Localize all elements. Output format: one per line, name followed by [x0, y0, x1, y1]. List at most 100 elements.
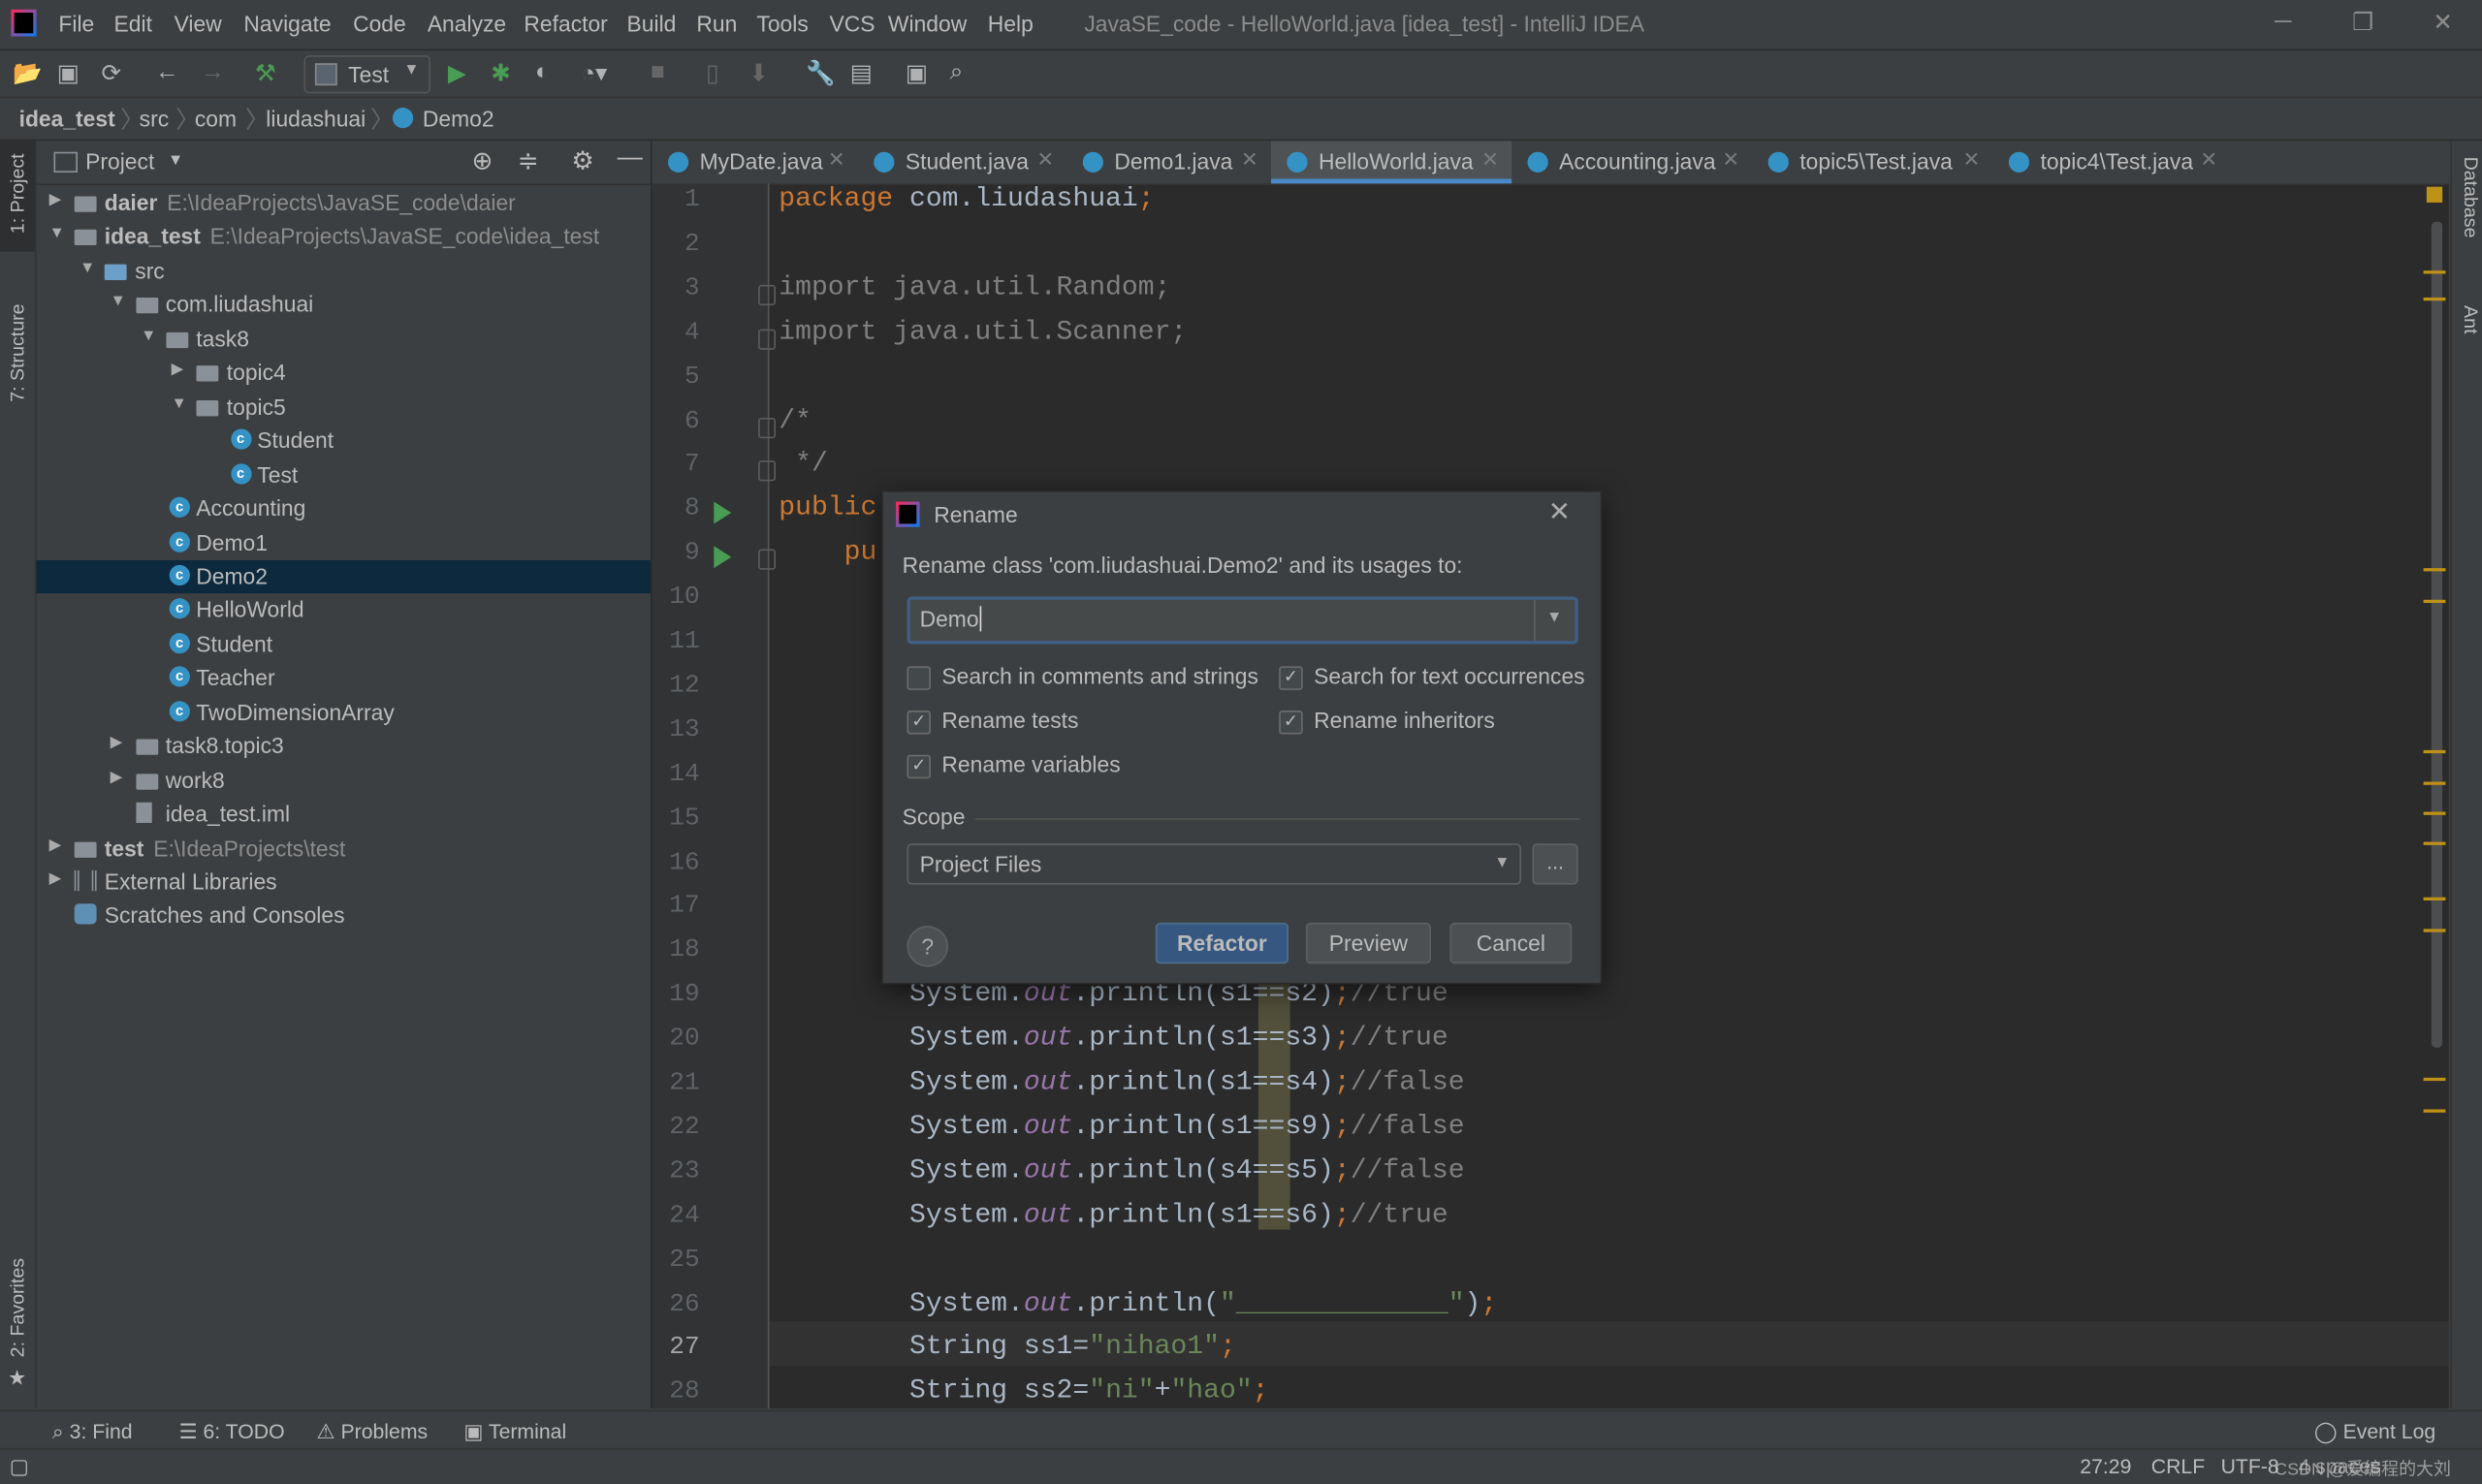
- run-window-icon[interactable]: ▣: [906, 58, 928, 87]
- tree-item[interactable]: c Demo1: [37, 526, 651, 559]
- menu-tools[interactable]: Tools: [756, 11, 808, 36]
- new-name-input[interactable]: Demo ▼: [907, 596, 1578, 645]
- tree-item[interactable]: ▼ task8: [37, 323, 651, 356]
- option-checkbox[interactable]: [907, 666, 931, 690]
- tab-mydate-java[interactable]: MyDate.java ✕: [652, 141, 858, 183]
- breadcrumb-item-src[interactable]: src: [140, 106, 169, 131]
- error-stripe-mark[interactable]: [2423, 811, 2446, 815]
- close-tab-icon[interactable]: ✕: [1481, 147, 1499, 173]
- error-stripe-mark[interactable]: [2423, 897, 2446, 900]
- run-icon[interactable]: ▶: [448, 58, 466, 87]
- collapsed-arrow-icon[interactable]: ▶: [172, 362, 184, 379]
- collapse-all-icon[interactable]: ≑: [518, 145, 539, 177]
- menu-navigate[interactable]: Navigate: [243, 11, 331, 36]
- expanded-arrow-icon[interactable]: ▼: [80, 260, 95, 277]
- minimize-button[interactable]: ─: [2275, 8, 2291, 35]
- option-checkbox[interactable]: ✓: [907, 754, 931, 779]
- caret-position[interactable]: 27:29: [2080, 1454, 2131, 1477]
- close-tab-icon[interactable]: ✕: [2200, 147, 2217, 173]
- tab-helloworld-java[interactable]: HelloWorld.java ✕: [1271, 141, 1512, 184]
- close-tab-icon[interactable]: ✕: [1722, 147, 1739, 173]
- close-window-button[interactable]: ✕: [2433, 8, 2453, 37]
- option-label[interactable]: Rename inheritors: [1314, 708, 1495, 733]
- sync-icon[interactable]: ⟳: [101, 58, 121, 87]
- close-tab-icon[interactable]: ✕: [828, 147, 845, 173]
- error-stripe-mark[interactable]: [2423, 297, 2446, 301]
- device-icon[interactable]: ▯: [706, 58, 718, 87]
- option-label[interactable]: Rename tests: [941, 708, 1078, 733]
- preview-button[interactable]: Preview: [1305, 922, 1431, 964]
- error-stripe-mark[interactable]: [2423, 1077, 2446, 1082]
- expanded-arrow-icon[interactable]: ▼: [49, 226, 65, 243]
- error-stripe-mark[interactable]: [2423, 749, 2446, 754]
- debug-icon[interactable]: ✱: [491, 58, 511, 87]
- favorites-tool-button[interactable]: 2: Favorites: [7, 1258, 29, 1357]
- menu-edit[interactable]: Edit: [114, 11, 152, 36]
- tree-item[interactable]: c Teacher: [37, 662, 651, 695]
- menu-refactor[interactable]: Refactor: [524, 11, 607, 36]
- menu-window[interactable]: Window: [888, 11, 967, 36]
- deploy-icon[interactable]: ⬇: [748, 58, 769, 87]
- option-label[interactable]: Search for text occurrences: [1314, 663, 1584, 688]
- collapsed-arrow-icon[interactable]: ▶: [49, 870, 62, 888]
- line-separator[interactable]: CRLF: [2151, 1454, 2205, 1477]
- error-stripe-mark[interactable]: [2423, 568, 2446, 572]
- open-folder-icon[interactable]: 📂: [13, 58, 43, 87]
- collapsed-arrow-icon[interactable]: ▶: [49, 837, 62, 854]
- tree-item[interactable]: ▶ External Libraries: [37, 866, 651, 899]
- collapsed-arrow-icon[interactable]: ▶: [111, 735, 123, 752]
- gear-icon[interactable]: ⚙: [571, 145, 593, 177]
- close-tab-icon[interactable]: ✕: [1036, 147, 1054, 173]
- error-stripe-mark[interactable]: [2423, 781, 2446, 785]
- tree-item[interactable]: ▼ idea_test E:\IdeaProjects\JavaSE_code\id…: [37, 221, 651, 254]
- error-stripe-mark[interactable]: [2423, 929, 2446, 932]
- tree-item[interactable]: ▶ topic4: [37, 357, 651, 390]
- expanded-arrow-icon[interactable]: ▼: [141, 328, 156, 345]
- tree-item[interactable]: c Student: [37, 628, 651, 661]
- save-icon[interactable]: ▣: [57, 58, 80, 87]
- new-name-value[interactable]: Demo: [920, 606, 982, 632]
- option-checkbox[interactable]: ✓: [1279, 710, 1303, 735]
- expanded-arrow-icon[interactable]: ▼: [172, 395, 187, 413]
- tree-item[interactable]: c TwoDimensionArray: [37, 696, 651, 729]
- problems-tool-button[interactable]: ⚠ Problems: [317, 1419, 429, 1444]
- project-structure-icon[interactable]: ▤: [850, 58, 873, 87]
- project-view-select[interactable]: Project: [85, 148, 154, 174]
- tree-item[interactable]: idea_test.iml: [37, 798, 651, 831]
- collapsed-arrow-icon[interactable]: ▶: [111, 769, 123, 786]
- browse-scope-button[interactable]: ...: [1532, 843, 1578, 885]
- tree-item[interactable]: ▼ src: [37, 255, 651, 288]
- ant-tool-button[interactable]: Ant: [2460, 305, 2482, 333]
- chevron-down-icon[interactable]: ▼: [168, 152, 183, 170]
- close-dialog-button[interactable]: ✕: [1548, 497, 1571, 529]
- error-stripe-mark[interactable]: [2423, 841, 2446, 845]
- coverage-icon[interactable]: ◐: [535, 58, 550, 85]
- menu-vcs[interactable]: VCS: [830, 11, 875, 36]
- tree-item[interactable]: ▼ topic5: [37, 391, 651, 424]
- tree-item[interactable]: c Student: [37, 425, 651, 458]
- expanded-arrow-icon[interactable]: ▼: [111, 294, 126, 311]
- hide-icon[interactable]: —: [618, 144, 643, 173]
- collapsed-arrow-icon[interactable]: ▶: [49, 192, 62, 209]
- restore-button[interactable]: ❐: [2352, 8, 2373, 37]
- tree-item[interactable]: ▶ daier E:\IdeaProjects\JavaSE_code\daier: [37, 187, 651, 220]
- close-tab-icon[interactable]: ✕: [1962, 147, 1980, 173]
- cancel-button[interactable]: Cancel: [1449, 922, 1573, 964]
- build-hammer-icon[interactable]: ⚒: [255, 58, 276, 87]
- tree-item[interactable]: c Accounting: [37, 492, 651, 525]
- find-tool-button[interactable]: ⌕ 3: Find: [52, 1419, 133, 1444]
- search-icon[interactable]: ⌕: [950, 58, 964, 85]
- error-stripe-mark[interactable]: [2423, 1109, 2446, 1113]
- forward-icon[interactable]: →: [201, 58, 224, 85]
- profile-icon[interactable]: ◔▾: [581, 58, 607, 87]
- tree-item[interactable]: c Test: [37, 458, 651, 491]
- todo-tool-button[interactable]: ☰ 6: TODO: [178, 1419, 284, 1444]
- help-button[interactable]: ?: [907, 926, 948, 967]
- back-icon[interactable]: ←: [155, 58, 178, 85]
- tree-item[interactable]: ▶ test E:\IdeaProjects\test: [37, 832, 651, 865]
- tab-topic4-test-java[interactable]: topic4\Test.java ✕: [1993, 141, 2231, 183]
- option-label[interactable]: Search in comments and strings: [941, 663, 1258, 688]
- tree-item[interactable]: c Demo2: [36, 559, 652, 594]
- menu-file[interactable]: File: [58, 11, 94, 36]
- editor-scrollbar[interactable]: [2431, 221, 2443, 1048]
